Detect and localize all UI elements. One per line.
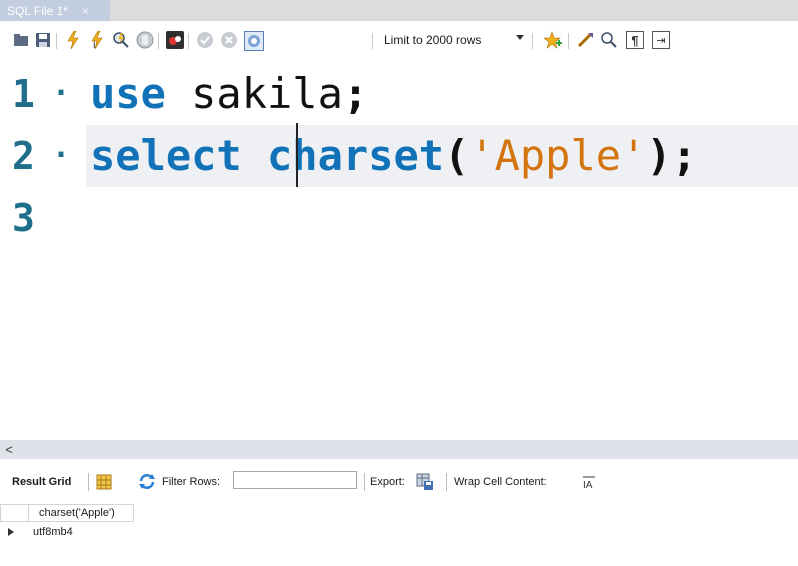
code-token: select [90, 131, 242, 180]
svg-text:I: I [93, 40, 96, 49]
tab-strip: SQL File 1* × [0, 0, 798, 21]
execute-selection-icon[interactable]: I [88, 31, 106, 49]
filter-rows-input[interactable] [233, 471, 357, 489]
save-icon[interactable] [34, 31, 52, 49]
beautify-icon[interactable] [576, 31, 594, 49]
wrap-cell-icon[interactable]: IA [582, 475, 596, 492]
export-label: Export: [370, 476, 405, 488]
open-folder-icon[interactable] [12, 31, 30, 49]
line-number: 3 [12, 196, 35, 240]
chevron-down-icon[interactable] [516, 35, 524, 40]
code-token: ( [444, 131, 470, 180]
code-line[interactable]: 2 · select charset('Apple'); [0, 125, 798, 187]
code-token: sakila [165, 69, 343, 118]
code-token: ); [646, 131, 697, 180]
code-token: use [90, 69, 166, 118]
code-line[interactable]: 3 [0, 187, 798, 249]
code-token: 'Apple' [469, 131, 647, 180]
tab-sql-file[interactable]: SQL File 1* × [0, 0, 110, 21]
fold-marker[interactable]: · [52, 125, 70, 187]
toolbar-separator [364, 473, 365, 491]
find-icon[interactable] [600, 31, 618, 49]
autocommit-icon[interactable] [244, 31, 264, 51]
toolbar-separator [188, 33, 189, 49]
code-token: ; [342, 69, 369, 118]
toolbar-separator [158, 33, 159, 49]
toolbar-separator [532, 33, 533, 49]
limit-rows-select[interactable]: Limit to 2000 rows [384, 33, 481, 47]
wrap-icon[interactable]: ⇥ [652, 31, 670, 49]
result-grid: charset('Apple') utf8mb4 [0, 503, 798, 543]
toolbar-separator [56, 33, 57, 49]
text-caret [296, 123, 298, 187]
filter-rows-label: Filter Rows: [162, 476, 221, 488]
grid-cell[interactable]: utf8mb4 [28, 523, 73, 541]
scroll-left-icon[interactable]: < [2, 442, 16, 457]
rollback-icon[interactable] [220, 31, 238, 49]
horizontal-scrollbar[interactable]: < [0, 440, 798, 459]
svg-text:IA: IA [583, 480, 593, 489]
bookmark-icon[interactable] [544, 31, 562, 49]
result-toolbar: Result Grid Filter Rows: Export: Wrap Ce… [0, 467, 798, 497]
result-grid-tab[interactable]: Result Grid [12, 476, 71, 488]
explain-icon[interactable] [112, 31, 130, 49]
execute-icon[interactable] [64, 31, 82, 49]
stop-icon[interactable] [136, 31, 154, 49]
code-token: charset [267, 131, 445, 180]
fold-marker[interactable]: · [52, 63, 70, 125]
tab-close-icon[interactable]: × [82, 4, 89, 18]
toolbar-separator [372, 33, 373, 49]
line-number: 2 [12, 134, 35, 178]
line-number: 1 [12, 72, 35, 116]
toggle-error-icon[interactable] [166, 31, 184, 49]
invisible-chars-icon[interactable]: ¶ [626, 31, 644, 49]
refresh-icon[interactable] [138, 473, 156, 492]
commit-icon[interactable] [196, 31, 214, 49]
code-text: use sakila; [90, 63, 368, 125]
tab-title: SQL File 1* [7, 3, 68, 18]
code-text: select charset('Apple'); [90, 125, 697, 187]
column-header[interactable]: charset('Apple') [28, 504, 134, 522]
current-row-icon [8, 528, 14, 536]
editor-toolbar: I Limit to 2000 rows ¶ ⇥ [0, 21, 798, 63]
sql-editor[interactable]: 1 · use sakila; 2 · select charset('Apple'); 3 [0, 63, 798, 440]
toolbar-separator [446, 473, 447, 491]
form-editor-icon[interactable] [96, 474, 112, 493]
grid-corner [0, 504, 28, 522]
code-line[interactable]: 1 · use sakila; [0, 63, 798, 125]
toolbar-separator [88, 473, 89, 491]
export-icon[interactable] [416, 473, 434, 494]
toolbar-separator [568, 33, 569, 49]
wrap-cell-content-label: Wrap Cell Content: [454, 476, 547, 488]
